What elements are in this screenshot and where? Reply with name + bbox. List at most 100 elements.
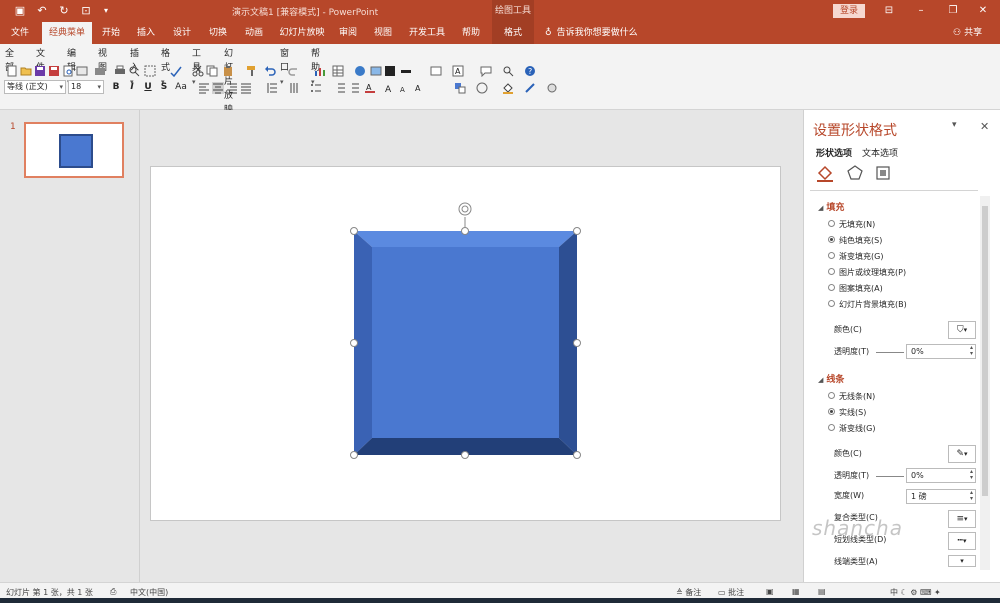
undo-icon[interactable]	[264, 65, 276, 77]
shape-outline-icon[interactable]	[524, 82, 536, 94]
language-status[interactable]: 中文(中国)	[130, 587, 168, 598]
line-width-input[interactable]: 1 磅 ▴ ▾	[906, 489, 976, 504]
fill-option-picture[interactable]: 图片或纹理填充(P)	[828, 267, 906, 279]
align-center-icon[interactable]	[212, 82, 224, 94]
align-left-icon[interactable]	[198, 82, 210, 94]
line-spacing-icon[interactable]	[266, 82, 278, 94]
menu-view[interactable]: 视图▾	[98, 47, 107, 86]
clear-formatting-icon[interactable]: A	[414, 82, 426, 94]
open-folder-icon[interactable]	[20, 65, 32, 77]
tab-file[interactable]: 文件	[2, 22, 38, 44]
menu-slideshow[interactable]: 幻灯片放映▾	[224, 47, 233, 128]
justify-icon[interactable]	[240, 82, 252, 94]
cap-type-select[interactable]: ▾	[948, 555, 976, 567]
notes-button[interactable]: ≜ 备注	[676, 587, 701, 598]
fill-option-pattern[interactable]: 图案填充(A)	[828, 283, 883, 295]
redo-icon[interactable]	[288, 65, 300, 77]
select-icon[interactable]	[144, 65, 156, 77]
spell-check-status-icon[interactable]: ⎙	[110, 587, 116, 597]
decrease-font-size-icon[interactable]: A	[398, 82, 410, 94]
print-icon[interactable]	[114, 65, 126, 77]
fill-line-icon[interactable]	[816, 164, 834, 182]
line-transparency-input[interactable]: 0% ▴ ▾	[906, 468, 976, 483]
line-transparency-slider[interactable]	[876, 476, 904, 477]
shape-effects-icon[interactable]	[546, 82, 558, 94]
restore-icon[interactable]: ❐	[943, 3, 963, 19]
tab-animations[interactable]: 动画	[238, 22, 270, 44]
open-recent-icon[interactable]	[94, 65, 106, 77]
start-from-beginning-icon[interactable]: ⊡	[78, 3, 94, 19]
menu-file[interactable]: 文件▾	[36, 47, 45, 86]
arrange-icon[interactable]	[454, 82, 466, 94]
menu-window[interactable]: 窗口▾	[280, 47, 289, 86]
menu-help[interactable]: 帮助▾	[311, 47, 320, 86]
font-size-select[interactable]: 18 ▾	[68, 80, 104, 94]
zoom-icon[interactable]	[502, 65, 514, 77]
share-button[interactable]: ⚇ 共享	[953, 22, 982, 44]
line-style-icon[interactable]	[400, 65, 412, 77]
bullets-icon[interactable]	[310, 82, 322, 94]
pane-scrollbar[interactable]	[980, 196, 990, 570]
increase-font-size-icon[interactable]: A	[384, 82, 396, 94]
menu-format[interactable]: 格式▾	[161, 47, 170, 86]
new-document-icon[interactable]	[6, 65, 18, 77]
tab-transitions[interactable]: 切换	[202, 22, 234, 44]
resize-handle-top-left[interactable]	[350, 227, 358, 235]
fill-option-gradient[interactable]: 渐变填充(G)	[828, 251, 883, 263]
tab-slideshow[interactable]: 幻灯片放映	[274, 22, 330, 44]
undo-icon[interactable]: ↶	[34, 3, 50, 19]
bold-button[interactable]: B	[110, 81, 122, 94]
minimize-icon[interactable]: –	[911, 3, 931, 19]
text-direction-icon[interactable]	[288, 82, 300, 94]
comments-button[interactable]: ▭ 批注	[718, 587, 744, 598]
insert-hyperlink-icon[interactable]	[354, 65, 366, 77]
fill-option-none[interactable]: 无填充(N)	[828, 219, 875, 231]
tell-me-search[interactable]: ♁ 告诉我你想要做什么	[545, 22, 638, 44]
fill-option-solid[interactable]: 纯色填充(S)	[828, 235, 882, 247]
align-right-icon[interactable]	[226, 82, 238, 94]
size-properties-icon[interactable]	[874, 164, 892, 182]
resize-handle-top-right[interactable]	[573, 227, 581, 235]
line-color-picker[interactable]: ✎▾	[948, 445, 976, 463]
resize-handle-bottom-left[interactable]	[350, 451, 358, 459]
slide-thumbnail[interactable]	[24, 122, 124, 178]
login-button[interactable]: 登录	[833, 4, 865, 18]
line-option-solid[interactable]: 实线(S)	[828, 407, 866, 419]
menu-edit[interactable]: 编辑▾	[67, 47, 76, 86]
print-preview-icon[interactable]	[62, 65, 74, 77]
rotation-handle[interactable]	[458, 202, 472, 216]
resize-handle-bottom[interactable]	[461, 451, 469, 459]
tab-design[interactable]: 设计	[166, 22, 198, 44]
resize-handle-bottom-right[interactable]	[573, 451, 581, 459]
resize-handle-top[interactable]	[461, 227, 469, 235]
cut-icon[interactable]	[192, 65, 204, 77]
text-box-icon[interactable]: A	[452, 65, 464, 77]
spelling-check-icon[interactable]	[170, 65, 182, 77]
change-case-button[interactable]: Aa	[172, 81, 190, 94]
layout-icon[interactable]	[430, 65, 442, 77]
line-section-header[interactable]: ◢ 线条	[818, 372, 844, 385]
copy-icon[interactable]	[206, 65, 218, 77]
slide-sorter-icon[interactable]: ▦	[792, 587, 800, 596]
redo-icon[interactable]: ↻	[56, 3, 72, 19]
tab-home[interactable]: 开始	[96, 22, 126, 44]
resize-handle-left[interactable]	[350, 339, 358, 347]
quick-styles-icon[interactable]	[476, 82, 488, 94]
menu-insert[interactable]: 插入▾	[130, 47, 139, 86]
decrease-indent-icon[interactable]	[334, 82, 346, 94]
shape-fill-icon[interactable]	[502, 82, 514, 94]
customize-quick-access-icon[interactable]: ▾	[98, 3, 114, 19]
insert-picture-icon[interactable]	[370, 65, 382, 77]
save-as-icon[interactable]	[48, 65, 60, 77]
pane-options-icon[interactable]: ▾	[952, 120, 957, 130]
font-name-select[interactable]: 等线 (正文) ▾	[4, 80, 66, 94]
line-option-gradient[interactable]: 渐变线(G)	[828, 423, 875, 435]
ribbon-display-icon[interactable]: ⊟	[879, 3, 899, 19]
tab-insert[interactable]: 插入	[130, 22, 162, 44]
pane-close-icon[interactable]: ✕	[980, 120, 989, 133]
tab-view[interactable]: 视图	[368, 22, 398, 44]
save-icon[interactable]: ▣	[12, 3, 28, 19]
tab-format[interactable]: 格式	[492, 22, 534, 44]
fill-option-slide-background[interactable]: 幻灯片背景填充(B)	[828, 299, 907, 311]
slide-canvas[interactable]	[150, 166, 781, 521]
